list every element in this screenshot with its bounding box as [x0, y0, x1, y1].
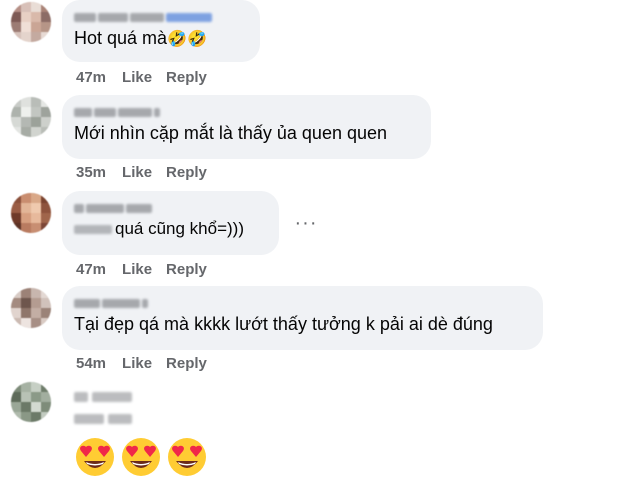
- author-name[interactable]: [74, 9, 248, 23]
- comment-time[interactable]: 35m: [76, 164, 106, 181]
- comment-text: Tại đẹp qá mà kkkk lướt thấy tưởng k pải…: [74, 314, 493, 334]
- comment-actions: 47m Like Reply: [76, 261, 207, 278]
- comment-actions: 54m Like Reply: [76, 355, 207, 372]
- author-name[interactable]: [74, 295, 531, 309]
- avatar[interactable]: [11, 2, 51, 42]
- comment-time[interactable]: 47m: [76, 261, 106, 278]
- comment-bubble: quá cũng khổ=))): [62, 191, 279, 255]
- like-button[interactable]: Like: [122, 164, 152, 181]
- comment-bubble: Tại đẹp qá mà kkkk lướt thấy tưởng k pải…: [62, 286, 543, 350]
- author-name[interactable]: [74, 104, 419, 118]
- avatar[interactable]: [11, 288, 51, 328]
- comment-text: Hot quá mà: [74, 28, 168, 48]
- blurred-text-line: [74, 412, 154, 426]
- laughing-emoji: 🤣🤣: [167, 31, 207, 48]
- reply-button[interactable]: Reply: [166, 261, 207, 278]
- comment-actions: 35m Like Reply: [76, 164, 207, 181]
- blurred-word: [74, 225, 112, 235]
- comment-thread: Hot quá mà🤣🤣 47m Like Reply Mới nhìn cặp…: [0, 0, 640, 486]
- comment-actions: 47m Like Reply: [76, 69, 207, 86]
- author-name[interactable]: [74, 390, 154, 404]
- like-button[interactable]: Like: [122, 69, 152, 86]
- comment-text: quá cũng khổ=))): [115, 219, 244, 238]
- heart-eyes-icon: [76, 438, 114, 476]
- comment-text: Mới nhìn cặp mắt là thấy ủa quen quen: [74, 123, 388, 143]
- reply-button[interactable]: Reply: [166, 164, 207, 181]
- like-button[interactable]: Like: [122, 355, 152, 372]
- author-name[interactable]: [74, 200, 267, 214]
- comment-bubble: Mới nhìn cặp mắt là thấy ủa quen quen: [62, 95, 431, 159]
- comment-bubble: Hot quá mà🤣🤣: [62, 0, 260, 62]
- avatar[interactable]: [11, 97, 51, 137]
- reply-button[interactable]: Reply: [166, 355, 207, 372]
- comment-time[interactable]: 47m: [76, 69, 106, 86]
- avatar[interactable]: [11, 382, 51, 422]
- heart-eyes-icon: [168, 438, 206, 476]
- reply-button[interactable]: Reply: [166, 69, 207, 86]
- comment-time[interactable]: 54m: [76, 355, 106, 372]
- avatar[interactable]: [11, 193, 51, 233]
- like-button[interactable]: Like: [122, 261, 152, 278]
- heart-eyes-icon: [122, 438, 160, 476]
- more-options-button[interactable]: ···: [290, 211, 322, 235]
